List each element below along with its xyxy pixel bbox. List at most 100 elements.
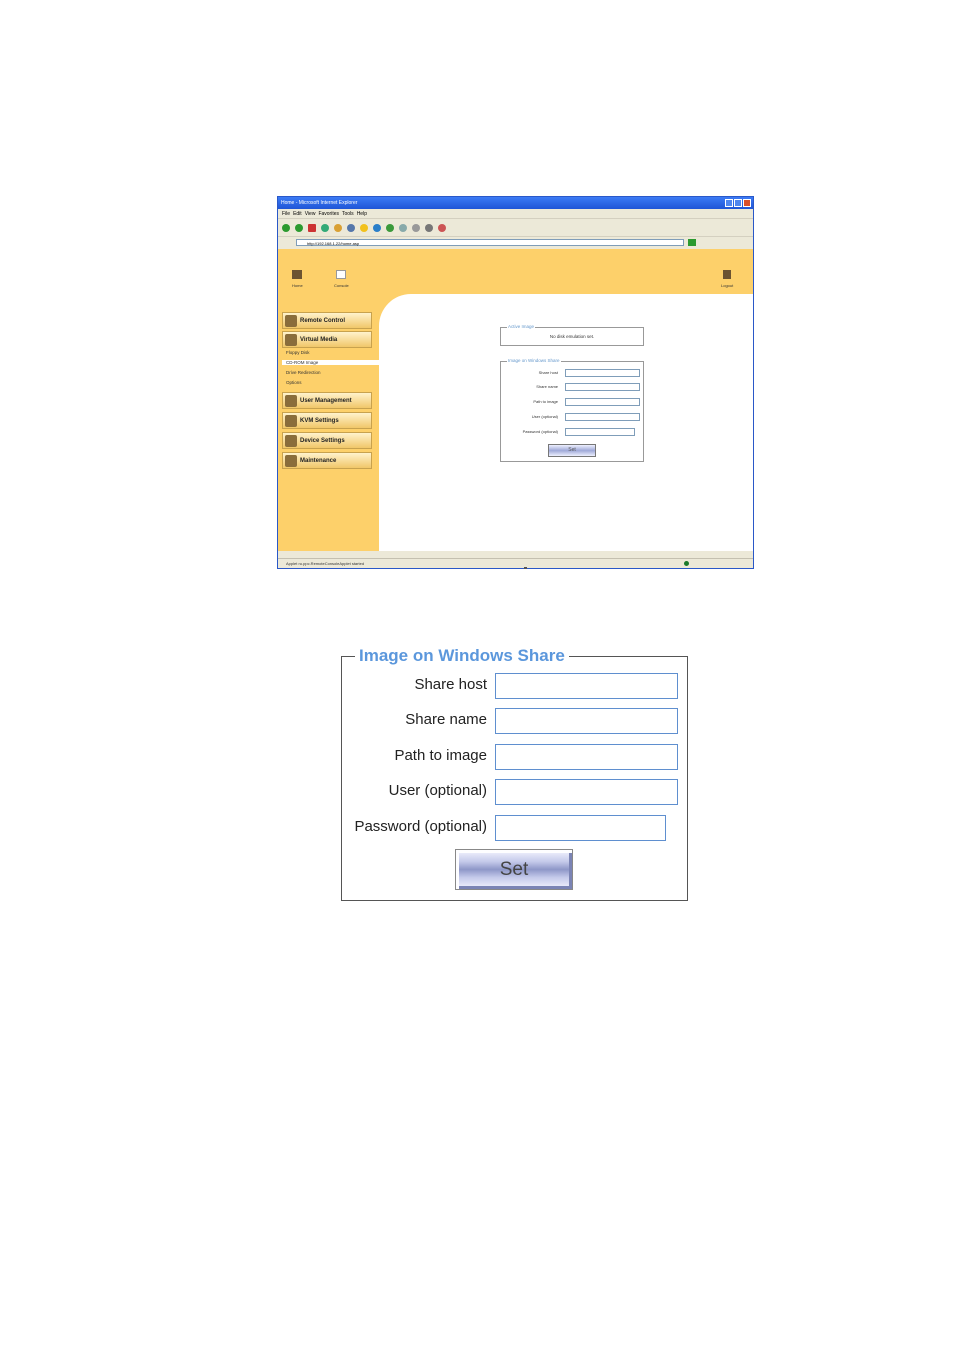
row-password: Password (optional) xyxy=(342,815,687,841)
home-icon xyxy=(292,270,303,279)
menu-tools[interactable]: Tools xyxy=(342,211,354,217)
path-input[interactable] xyxy=(495,744,678,770)
stop-icon[interactable] xyxy=(308,223,316,232)
browser-window: Home - Microsoft Internet Explorer File … xyxy=(277,196,754,569)
menu-bar: File Edit View Favorites Tools Help xyxy=(278,209,753,218)
edit-icon[interactable] xyxy=(425,223,433,232)
sidebar-item-remote-control[interactable]: Remote Control xyxy=(282,312,372,329)
sidebar-item-label: Maintenance xyxy=(300,457,337,464)
mini-row-password: Password (optional) xyxy=(501,428,643,437)
remote-icon xyxy=(285,314,297,327)
sidebar-item-virtual-media[interactable]: Virtual Media xyxy=(282,331,372,348)
refresh-icon[interactable] xyxy=(321,223,329,232)
mini-label: Share name xyxy=(536,384,558,389)
sidebar-sub-cdrom[interactable]: CD-ROM Image xyxy=(282,360,380,365)
sidebar-item-label: Remote Control xyxy=(300,317,345,324)
forward-icon[interactable] xyxy=(295,223,303,232)
mini-share-host-input[interactable] xyxy=(565,369,640,377)
share-host-label: Share host xyxy=(414,676,487,693)
share-name-input[interactable] xyxy=(495,708,678,734)
nav-logout-label: Logout xyxy=(721,283,734,288)
active-image-fieldset: Active Image No disk emulation set. xyxy=(500,324,644,346)
device-icon xyxy=(285,434,297,447)
status-bar: Applet ru.ppc.RemoteConsoleApplet starte… xyxy=(278,558,753,568)
status-text: Applet ru.ppc.RemoteConsoleApplet starte… xyxy=(286,561,365,566)
menu-edit[interactable]: Edit xyxy=(293,211,302,217)
mini-row-share-host: Share host xyxy=(501,369,643,378)
anchor-icon xyxy=(723,270,732,279)
menu-view[interactable]: View xyxy=(305,211,316,217)
sidebar-item-device-settings[interactable]: Device Settings xyxy=(282,432,372,449)
window-title: Home - Microsoft Internet Explorer xyxy=(281,200,358,206)
title-bar: Home - Microsoft Internet Explorer xyxy=(278,197,753,209)
mini-share-name-input[interactable] xyxy=(565,383,640,391)
share-fieldset: Image on Windows Share Share host Share … xyxy=(341,646,688,901)
mini-set-button[interactable]: Set xyxy=(548,444,596,457)
row-share-host: Share host xyxy=(342,673,687,699)
page-content: Home Console Logout Remote Control Virtu… xyxy=(278,249,753,551)
search-icon[interactable] xyxy=(347,223,355,232)
password-input[interactable] xyxy=(495,815,666,841)
sidebar-item-user-management[interactable]: User Management xyxy=(282,392,372,409)
sidebar-sub-drive[interactable]: Drive Redirection xyxy=(286,370,321,375)
favorites-icon[interactable] xyxy=(360,223,368,232)
sidebar-item-kvm-settings[interactable]: KVM Settings xyxy=(282,412,372,429)
mini-share-fieldset: Image on Windows Share Share host Share … xyxy=(500,358,644,462)
nav-home-label: Home xyxy=(292,283,303,288)
minimize-button[interactable] xyxy=(725,199,733,207)
menu-help[interactable]: Help xyxy=(357,211,367,217)
mini-password-input[interactable] xyxy=(565,428,635,436)
corner-curve xyxy=(379,294,439,354)
internet-zone-icon xyxy=(684,561,689,566)
share-name-label: Share name xyxy=(405,711,487,728)
password-label: Password (optional) xyxy=(354,818,487,835)
user-label: User (optional) xyxy=(388,782,487,799)
menu-file[interactable]: File xyxy=(282,211,290,217)
active-image-text: No disk emulation set. xyxy=(549,334,595,339)
row-path: Path to image xyxy=(342,744,687,770)
nav-home[interactable]: Home xyxy=(292,270,303,288)
mini-row-path: Path to image xyxy=(501,398,643,407)
mini-label: Path to image xyxy=(533,399,558,404)
home-icon[interactable] xyxy=(334,223,342,232)
active-image-legend: Active Image xyxy=(507,324,536,329)
nav-logout[interactable]: Logout xyxy=(721,270,733,288)
history-icon[interactable] xyxy=(386,223,394,232)
go-icon[interactable] xyxy=(688,238,696,246)
close-button[interactable] xyxy=(743,199,751,207)
sidebar-item-label: User Management xyxy=(300,397,352,404)
mail-icon[interactable] xyxy=(399,223,407,232)
mini-user-input[interactable] xyxy=(565,413,640,421)
sidebar-item-label: Device Settings xyxy=(300,437,345,444)
mini-row-share-name: Share name xyxy=(501,383,643,392)
nav-console[interactable]: Console xyxy=(334,270,349,288)
path-label: Path to image xyxy=(394,747,487,764)
back-icon[interactable] xyxy=(282,223,290,232)
sidebar-item-label: KVM Settings xyxy=(300,417,339,424)
sidebar-item-maintenance[interactable]: Maintenance xyxy=(282,452,372,469)
maximize-button[interactable] xyxy=(734,199,742,207)
tools-icon xyxy=(285,454,297,467)
cursor-mark xyxy=(524,567,527,569)
print-icon[interactable] xyxy=(412,223,420,232)
disk-icon xyxy=(285,333,297,346)
users-icon xyxy=(285,394,297,407)
mini-row-user: User (optional) xyxy=(501,413,643,422)
set-button[interactable]: Set xyxy=(455,849,573,890)
share-legend: Image on Windows Share xyxy=(355,646,569,666)
monitor-icon xyxy=(285,414,297,427)
browser-toolbar xyxy=(278,218,753,236)
mini-path-input[interactable] xyxy=(565,398,640,406)
nav-console-label: Console xyxy=(334,283,349,288)
menu-favorites[interactable]: Favorites xyxy=(318,211,339,217)
row-user: User (optional) xyxy=(342,779,687,805)
sidebar-sub-options[interactable]: Options xyxy=(286,380,302,385)
mini-label: User (optional) xyxy=(531,414,558,419)
sidebar-sub-floppy[interactable]: Floppy Disk xyxy=(286,350,310,355)
share-host-input[interactable] xyxy=(495,673,678,699)
media-icon[interactable] xyxy=(373,223,381,232)
mini-label: Share host xyxy=(538,370,558,375)
user-input[interactable] xyxy=(495,779,678,805)
messenger-icon[interactable] xyxy=(438,223,446,232)
address-input[interactable]: http://192.168.1.22/home.asp xyxy=(296,238,684,246)
